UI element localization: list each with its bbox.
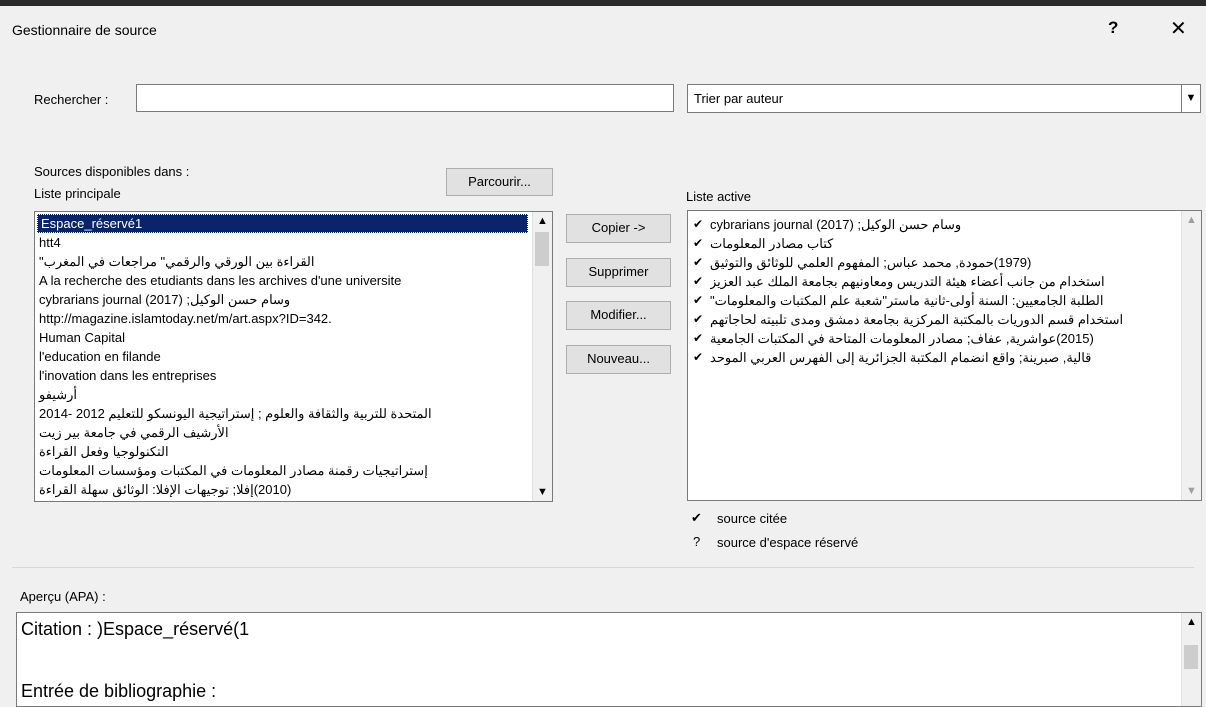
placeholder-legend-label: source d'espace réservé xyxy=(717,535,859,550)
active-list-item-label: (1979)حمودة, محمد عباس; المفهوم العلمي ل… xyxy=(710,255,1032,270)
scroll-up-icon[interactable]: ▲ xyxy=(533,212,552,230)
help-button[interactable]: ? xyxy=(1108,18,1118,38)
active-list-item-label: قالية, صبرينة; واقع انضمام المكتبة الجزا… xyxy=(710,350,1092,365)
main-list-item[interactable]: وسام حسن الوكيل; cybrarians journal (201… xyxy=(35,290,552,309)
scroll-thumb[interactable] xyxy=(535,232,549,266)
main-list-item[interactable]: A la recherche des etudiants dans les ar… xyxy=(35,271,552,290)
main-list-item[interactable]: l'inovation dans les entreprises xyxy=(35,366,552,385)
preview-citation: Citation : )Espace_réservé(1 xyxy=(21,619,250,639)
check-icon: ✔ xyxy=(693,274,704,288)
preview-box[interactable]: Citation : )Espace_réservé(1 Entrée de b… xyxy=(16,612,1202,707)
active-list-item[interactable]: ✔ (1979)حمودة, محمد عباس; المفهوم العلمي … xyxy=(688,253,1201,272)
main-list-scrollbar[interactable]: ▲ ▼ xyxy=(532,212,552,501)
chevron-down-icon[interactable]: ▼ xyxy=(1181,85,1200,112)
preview-scrollbar[interactable]: ▲ xyxy=(1181,613,1201,706)
active-list-label: Liste active xyxy=(686,189,752,204)
main-list-label: Liste principale xyxy=(34,186,121,201)
preview-label: Aperçu (APA) : xyxy=(20,589,106,604)
main-list-item[interactable]: التكنولوجيا وفعل القراءة xyxy=(35,442,552,461)
divider xyxy=(12,567,1194,568)
scroll-down-icon[interactable]: ▼ xyxy=(1182,482,1201,500)
main-list-item[interactable]: أرشيفو xyxy=(35,385,552,404)
active-list-item-label: كتاب مصادر المعلومات xyxy=(710,236,834,251)
check-icon: ✔ xyxy=(693,217,704,231)
copy-button[interactable]: Copier -> xyxy=(566,214,671,243)
cited-check-icon: ✔ xyxy=(691,510,702,525)
close-button[interactable]: ✕ xyxy=(1170,16,1187,41)
active-list-item[interactable]: ✔ وسام حسن الوكيل; cybrarians journal (20… xyxy=(688,215,1201,234)
main-list-item[interactable]: إستراتيجيات رقمنة مصادر المعلومات في الم… xyxy=(35,461,552,480)
search-input[interactable] xyxy=(136,84,674,112)
dialog-title: Gestionnaire de source xyxy=(12,22,157,38)
main-list-item[interactable]: Human Capital xyxy=(35,328,552,347)
active-list-item-label: الطلبة الجامعيين: السنة أولى-ثانية ماستر… xyxy=(710,293,1104,308)
active-list-item[interactable]: ✔ (2015)عواشرية, عفاف; مصادر المعلومات ال… xyxy=(688,329,1201,348)
dialog-titlebar: Gestionnaire de source ? ✕ xyxy=(0,6,1206,58)
scroll-thumb[interactable] xyxy=(1184,645,1198,669)
sources-available-label: Sources disponibles dans : xyxy=(34,164,190,179)
active-source-list[interactable]: ✔ وسام حسن الوكيل; cybrarians journal (20… xyxy=(687,210,1202,501)
check-icon: ✔ xyxy=(693,312,704,326)
edit-button[interactable]: Modifier... xyxy=(566,301,671,330)
cited-legend-label: source citée xyxy=(717,511,788,526)
main-list-item[interactable]: http://magazine.islamtoday.net/m/art.asp… xyxy=(35,309,552,328)
browse-button[interactable]: Parcourir... xyxy=(446,168,553,196)
sort-value: Trier par auteur xyxy=(694,91,784,106)
scroll-up-icon[interactable]: ▲ xyxy=(1182,613,1201,631)
new-button[interactable]: Nouveau... xyxy=(566,345,671,374)
placeholder-question-icon: ? xyxy=(693,534,701,549)
active-list-item[interactable]: ✔ استخدام من جانب أعضاء هيئة التدريس ومعا… xyxy=(688,272,1201,291)
active-list-item[interactable]: ✔ الطلبة الجامعيين: السنة أولى-ثانية ماست… xyxy=(688,291,1201,310)
sort-dropdown[interactable]: Trier par auteur ▼ xyxy=(687,84,1201,113)
active-list-item[interactable]: ✔ كتاب مصادر المعلومات xyxy=(688,234,1201,253)
search-label: Rechercher : xyxy=(34,92,109,107)
active-list-item[interactable]: ✔ قالية, صبرينة; واقع انضمام المكتبة الجز… xyxy=(688,348,1201,367)
active-list-scrollbar[interactable]: ▲ ▼ xyxy=(1181,211,1201,500)
main-source-list[interactable]: Espace_réservé1 htt4 القراءة بين الورقي وا… xyxy=(34,211,553,502)
check-icon: ✔ xyxy=(693,255,704,269)
main-list-item[interactable]: القراءة بين الورقي والرقمي" مراجعات في ا… xyxy=(35,252,552,271)
main-list-item[interactable]: الأرشيف الرقمي في جامعة بير زيت xyxy=(35,423,552,442)
check-icon: ✔ xyxy=(693,236,704,250)
check-icon: ✔ xyxy=(693,331,704,345)
main-list-item[interactable]: (2010)إفلا; توجيهات الإفلا: الوثائق سهلة… xyxy=(35,480,552,499)
active-list-item-label: وسام حسن الوكيل; cybrarians journal (201… xyxy=(710,217,962,232)
scroll-down-icon[interactable]: ▼ xyxy=(533,483,552,501)
delete-button[interactable]: Supprimer xyxy=(566,258,671,287)
preview-bibliography: Entrée de bibliographie : xyxy=(21,681,217,701)
main-list-item[interactable]: htt4 xyxy=(35,233,552,252)
check-icon: ✔ xyxy=(693,293,704,307)
active-list-item-label: استخدام من جانب أعضاء هيئة التدريس ومعاو… xyxy=(710,274,1105,289)
main-list-item[interactable]: Espace_réservé1 xyxy=(37,214,528,233)
active-list-item-label: (2015)عواشرية, عفاف; مصادر المعلومات الم… xyxy=(710,331,1094,346)
active-list-item-label: استخدام قسم الدوريات بالمكتبة المركزية ب… xyxy=(710,312,1124,327)
main-list-item[interactable]: l'education en filande xyxy=(35,347,552,366)
main-list-item[interactable]: المتحدة للتربية والثقافة والعلوم ; إسترا… xyxy=(35,404,552,423)
scroll-up-icon[interactable]: ▲ xyxy=(1182,211,1201,229)
active-list-item[interactable]: ✔ استخدام قسم الدوريات بالمكتبة المركزية … xyxy=(688,310,1201,329)
check-icon: ✔ xyxy=(693,350,704,364)
